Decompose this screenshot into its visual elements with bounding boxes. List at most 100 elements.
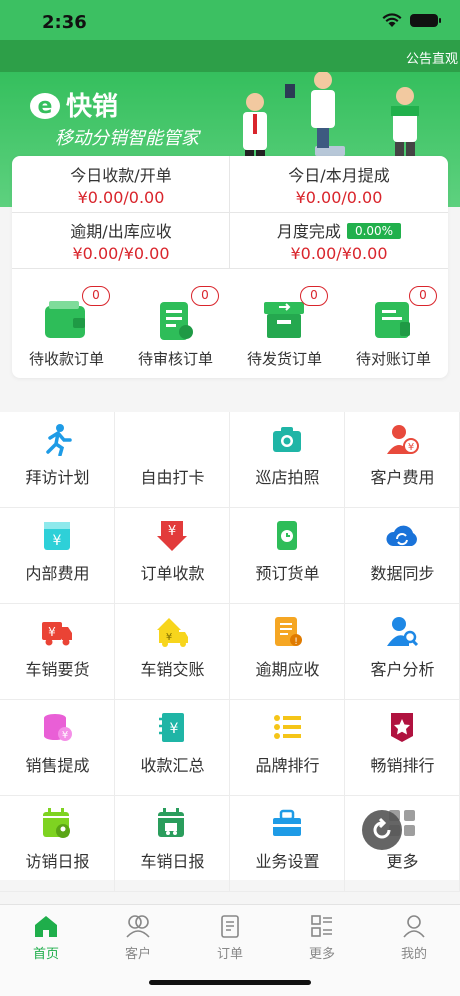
stat-label-row: 月度完成 0.00% (230, 218, 448, 242)
order-label: 待对账订单 (355, 350, 431, 368)
status-icons (382, 13, 441, 28)
order-icon (221, 915, 239, 938)
grid-item-truck-yen[interactable]: ¥ 车销要货 (0, 604, 115, 700)
notice-bar[interactable]: 公告直观 (0, 40, 460, 72)
order-count-badge: 0 (409, 286, 437, 306)
tab-customers[interactable]: 客户 (92, 909, 184, 965)
status-time: 2:36 (42, 12, 87, 33)
grid-item-label: 内部费用 (25, 564, 90, 583)
calendar-truck-icon (158, 808, 184, 837)
stat-commission[interactable]: 今日/本月提成 ¥0.00/0.00 (230, 156, 448, 212)
toolbox-icon (273, 809, 301, 836)
tab-orders[interactable]: 订单 (184, 909, 276, 965)
cloud-sync-icon (386, 525, 417, 546)
ranking-list-icon (274, 715, 301, 739)
tab-profile[interactable]: 我的 (368, 909, 460, 965)
grid-item-yen-download[interactable]: ¥ 订单收款 (115, 508, 230, 604)
svg-text:¥: ¥ (62, 730, 68, 741)
grid-item-notebook-yen[interactable]: ¥ 收款汇总 (115, 700, 230, 796)
stat-overdue[interactable]: 逾期/出库应收 ¥0.00/¥0.00 (12, 212, 230, 268)
location-check-icon (165, 429, 179, 440)
floating-refresh-button[interactable] (362, 810, 402, 850)
stat-value: ¥0.00/0.00 (77, 188, 165, 207)
logo-letter: e (38, 94, 53, 119)
refresh-icon (373, 817, 391, 839)
grid-item-calendar-user[interactable]: 访销日报 (0, 796, 115, 892)
divider (229, 156, 230, 268)
customer-yen-icon: ¥ (387, 425, 419, 454)
grid-item-cloud-sync[interactable]: 数据同步 (345, 508, 460, 604)
order-count-badge: 0 (82, 286, 110, 306)
profile-icon (403, 915, 425, 938)
tab-label: 订单 (216, 947, 243, 962)
notebook-yen-icon: ¥ (159, 713, 184, 742)
svg-text:¥: ¥ (170, 721, 179, 737)
user-search-icon (387, 617, 419, 647)
order-label: 待审核订单 (137, 350, 213, 368)
stat-monthly-completion[interactable]: 月度完成 0.00% ¥0.00/¥0.00 (230, 212, 448, 268)
yen-download-icon: ¥ (157, 521, 187, 551)
grid-item-label: 车销要货 (25, 660, 90, 679)
logo-e-icon: e (30, 93, 60, 119)
grid-item-label: 收款汇总 (140, 756, 205, 775)
grid-item-label: 数据同步 (370, 564, 435, 583)
order-label: 待发货订单 (246, 350, 322, 368)
grid-item-internal-yen[interactable]: ¥ 内部费用 (0, 508, 115, 604)
order-pending-shipment[interactable]: 0 待发货订单 (230, 284, 339, 374)
yen-truck-handover-icon: ¥ (157, 618, 188, 647)
grid-item-label: 逾期应收 (255, 660, 320, 679)
document-icon (160, 302, 193, 340)
grid-item-user-search[interactable]: 客户分析 (345, 604, 460, 700)
overdue-document-icon: ! (275, 617, 302, 647)
notice-text: 公告直观 (405, 52, 458, 67)
tab-label: 首页 (32, 947, 59, 962)
grid-item-location-check[interactable]: 自由打卡 (115, 412, 230, 508)
grid-item-star-badge[interactable]: 畅销排行 (345, 700, 460, 796)
tab-home[interactable]: 首页 (0, 909, 92, 965)
grid-item-label: 客户分析 (370, 660, 435, 679)
order-pending-review[interactable]: 0 待审核订单 (121, 284, 230, 374)
grid-item-coins-stack[interactable]: ¥ 销售提成 (0, 700, 115, 796)
grid-item-calendar-truck[interactable]: 车销日报 (115, 796, 230, 892)
stats-card: 今日收款/开单 ¥0.00/0.00 今日/本月提成 ¥0.00/0.00 逾期… (12, 156, 448, 378)
grid-item-overdue-document[interactable]: ! 逾期应收 (230, 604, 345, 700)
grid-item-label: 预订货单 (255, 564, 320, 583)
star-badge-icon (391, 713, 413, 742)
svg-text:!: ! (294, 637, 298, 647)
tab-label: 更多 (308, 947, 335, 962)
order-label: 待收款订单 (28, 350, 104, 368)
battery-icon (410, 14, 441, 27)
order-pending-payment[interactable]: 0 待收款订单 (12, 284, 121, 374)
grid-item-label: 品牌排行 (255, 756, 320, 775)
home-indicator (149, 980, 311, 985)
logo-name: 快销 (66, 92, 119, 122)
tab-more[interactable]: 更多 (276, 909, 368, 965)
grid-item-label: 车销交账 (140, 660, 205, 679)
svg-text:¥: ¥ (166, 632, 172, 643)
stat-label: 逾期/出库应收 (70, 222, 172, 241)
customers-icon (126, 915, 150, 938)
grid-item-label: 拜访计划 (25, 468, 90, 487)
grid-item-toolbox[interactable]: 业务设置 (230, 796, 345, 892)
stat-label: 今日收款/开单 (70, 166, 172, 185)
calendar-user-icon (43, 808, 70, 838)
order-pending-reconcile[interactable]: 0 待对账订单 (339, 284, 448, 374)
grid-item-yen-truck-handover[interactable]: ¥ 车销交账 (115, 604, 230, 700)
grid-item-label: 销售提成 (25, 756, 90, 775)
stat-value: ¥0.00/0.00 (295, 188, 383, 207)
completion-badge: 0.00% (346, 223, 402, 239)
banner-slogan: 移动分销智能管家 (55, 128, 199, 149)
grid-item-running-person[interactable]: 拜访计划 (0, 412, 115, 508)
grid-item-label: 客户费用 (370, 468, 435, 487)
wallet-icon (45, 301, 85, 338)
grid-item-customer-yen[interactable]: ¥ 客户费用 (345, 412, 460, 508)
grid-item-label: 更多 (386, 852, 419, 871)
stat-label: 月度完成 (276, 222, 341, 241)
stat-today-receipts[interactable]: 今日收款/开单 ¥0.00/0.00 (12, 156, 230, 212)
grid-item-camera[interactable]: 巡店拍照 (230, 412, 345, 508)
grid-item-label: 访销日报 (25, 852, 90, 871)
grid-item-ranking-list[interactable]: 品牌排行 (230, 700, 345, 796)
grid-item-label: 巡店拍照 (255, 468, 320, 487)
grid-item-clock-document[interactable]: 预订货单 (230, 508, 345, 604)
running-person-icon (46, 424, 72, 456)
